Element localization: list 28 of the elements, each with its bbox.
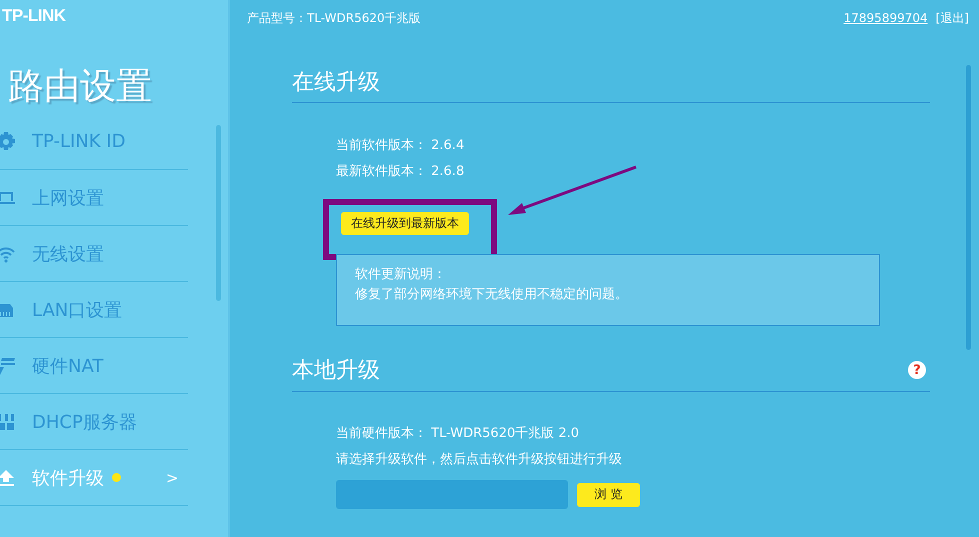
menu-item[interactable]: 软件升级 > <box>0 450 188 506</box>
menu-item[interactable]: TP-LINK ID <box>0 114 188 170</box>
help-icon[interactable]: ? <box>908 361 926 379</box>
latest-version-text: 最新软件版本： 2.6.8 <box>336 163 466 181</box>
section-heading: 在线升级 <box>292 69 380 97</box>
upgrade-button[interactable]: 在线升级到最新版本 <box>341 212 469 235</box>
hardware-version-text: 当前硬件版本： TL-WDR5620千兆版 2.0 <box>336 425 580 443</box>
notes-text: 修复了部分网络环境下无线使用不稳定的问题。 <box>355 286 629 304</box>
menu-item[interactable]: DHCP服务器 <box>0 394 188 450</box>
menu-item[interactable]: LAN口设置 <box>0 282 188 338</box>
scrollbar[interactable] <box>216 125 221 301</box>
menu-item[interactable]: 无线设置 <box>0 226 188 282</box>
model-label: 产品型号：TL-WDR5620千兆版 <box>247 10 421 26</box>
logo: TP-LINK <box>2 6 67 26</box>
logout-link[interactable]: [退出] <box>936 10 969 26</box>
notes-title: 软件更新说明： <box>355 266 447 284</box>
file-field[interactable] <box>336 480 568 509</box>
account-link[interactable]: 17895899704 <box>844 11 928 25</box>
menu-item[interactable]: 硬件NAT <box>0 338 188 394</box>
section-title: 路由设置 <box>8 65 153 109</box>
menu-item[interactable]: 上网设置 <box>0 170 188 226</box>
scrollbar[interactable] <box>966 65 971 350</box>
section-heading: 本地升级 <box>292 357 380 385</box>
current-version-text: 当前软件版本： 2.6.4 <box>336 137 466 155</box>
gear-icon <box>0 132 16 152</box>
instruction-text: 请选择升级软件，然后点击软件升级按钮进行升级 <box>336 451 623 469</box>
browse-button[interactable]: 浏 览 <box>577 482 640 506</box>
upload-icon <box>0 468 16 488</box>
